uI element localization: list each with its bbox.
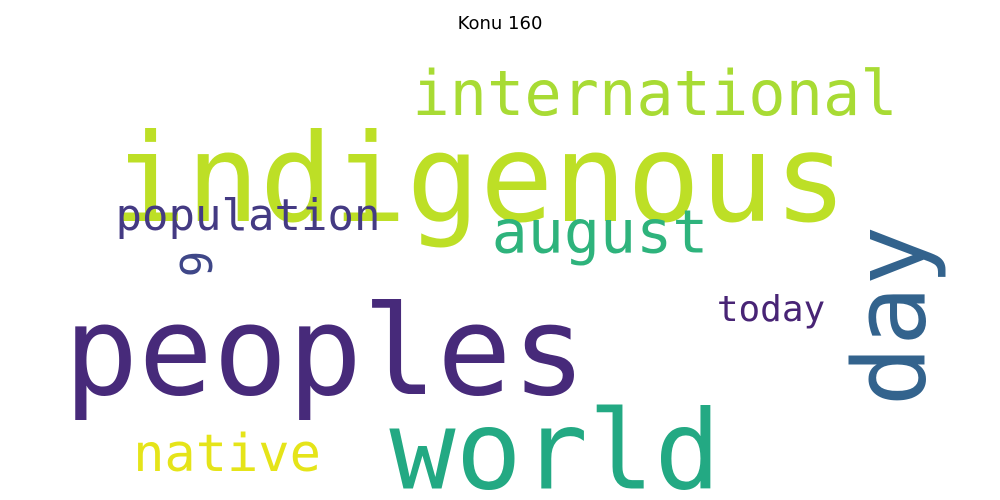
word-world: world — [389, 386, 720, 500]
word-population: population — [116, 190, 381, 241]
word-august: august — [492, 198, 709, 268]
word-day: day — [831, 226, 948, 407]
word-today: today — [717, 289, 825, 330]
word-cloud: indigenouspeoplesworlddayinternationalau… — [64, 57, 949, 500]
word-native: native — [133, 424, 321, 484]
word-9: 9 — [172, 251, 223, 278]
word-international: international — [412, 57, 897, 130]
word-cloud-figure: Konu 160 indigenous peoples world day intern… — [0, 0, 1000, 500]
